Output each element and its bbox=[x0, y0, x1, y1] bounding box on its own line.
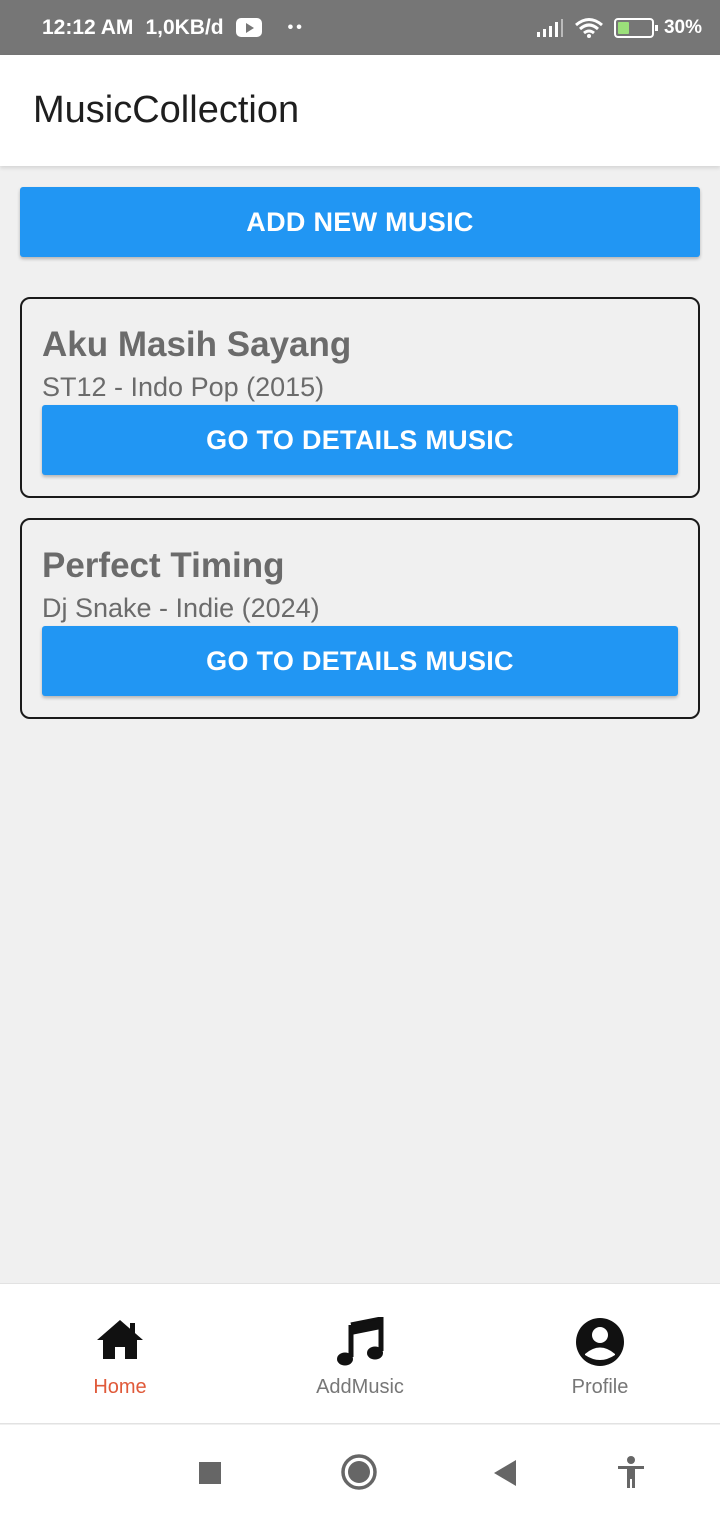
signal-icon bbox=[536, 18, 563, 37]
app-bar: MusicCollection bbox=[0, 55, 720, 166]
more-notifications-icon: •• bbox=[287, 18, 305, 36]
go-to-details-button[interactable]: GO TO DETAILS MUSIC bbox=[42, 626, 678, 696]
status-right: 30% bbox=[536, 17, 702, 39]
youtube-icon bbox=[235, 18, 262, 37]
page-title: MusicCollection bbox=[33, 89, 300, 131]
go-to-details-button[interactable]: GO TO DETAILS MUSIC bbox=[42, 405, 678, 475]
battery-charging-icon bbox=[613, 17, 658, 38]
home-circle-icon[interactable] bbox=[340, 1453, 378, 1491]
status-left: 12:12 AM 1,0KB/d •• bbox=[42, 16, 305, 40]
music-card: Aku Masih Sayang ST12 - Indo Pop (2015) … bbox=[20, 297, 700, 498]
tab-profile[interactable]: Profile bbox=[500, 1284, 700, 1425]
music-title: Aku Masih Sayang bbox=[42, 325, 352, 364]
accessibility-icon[interactable] bbox=[616, 1455, 646, 1489]
status-time: 12:12 AM bbox=[42, 15, 134, 39]
tab-addmusic[interactable]: AddMusic bbox=[260, 1284, 460, 1425]
back-icon[interactable] bbox=[492, 1459, 518, 1487]
system-nav-bar bbox=[0, 1425, 720, 1520]
status-bar: 12:12 AM 1,0KB/d •• 30% bbox=[0, 0, 720, 55]
add-new-music-button[interactable]: ADD NEW MUSIC bbox=[20, 187, 700, 257]
tab-home-label: Home bbox=[93, 1376, 147, 1398]
music-card: Perfect Timing Dj Snake - Indie (2024) G… bbox=[20, 518, 700, 719]
bottom-nav: Home AddMusic Profile bbox=[0, 1283, 720, 1424]
status-data-rate: 1,0KB/d bbox=[145, 15, 224, 39]
tab-profile-label: Profile bbox=[571, 1376, 629, 1398]
wifi-icon bbox=[575, 17, 603, 38]
battery-percent: 30% bbox=[663, 16, 702, 38]
music-subtitle: Dj Snake - Indie (2024) bbox=[42, 593, 320, 623]
music-note-icon bbox=[337, 1317, 384, 1366]
music-subtitle: ST12 - Indo Pop (2015) bbox=[42, 372, 325, 402]
recents-icon[interactable] bbox=[198, 1461, 222, 1485]
tab-addmusic-label: AddMusic bbox=[316, 1376, 404, 1398]
home-icon bbox=[97, 1320, 143, 1359]
account-circle-icon bbox=[576, 1318, 624, 1366]
tab-home[interactable]: Home bbox=[20, 1284, 220, 1425]
music-title: Perfect Timing bbox=[42, 546, 285, 585]
